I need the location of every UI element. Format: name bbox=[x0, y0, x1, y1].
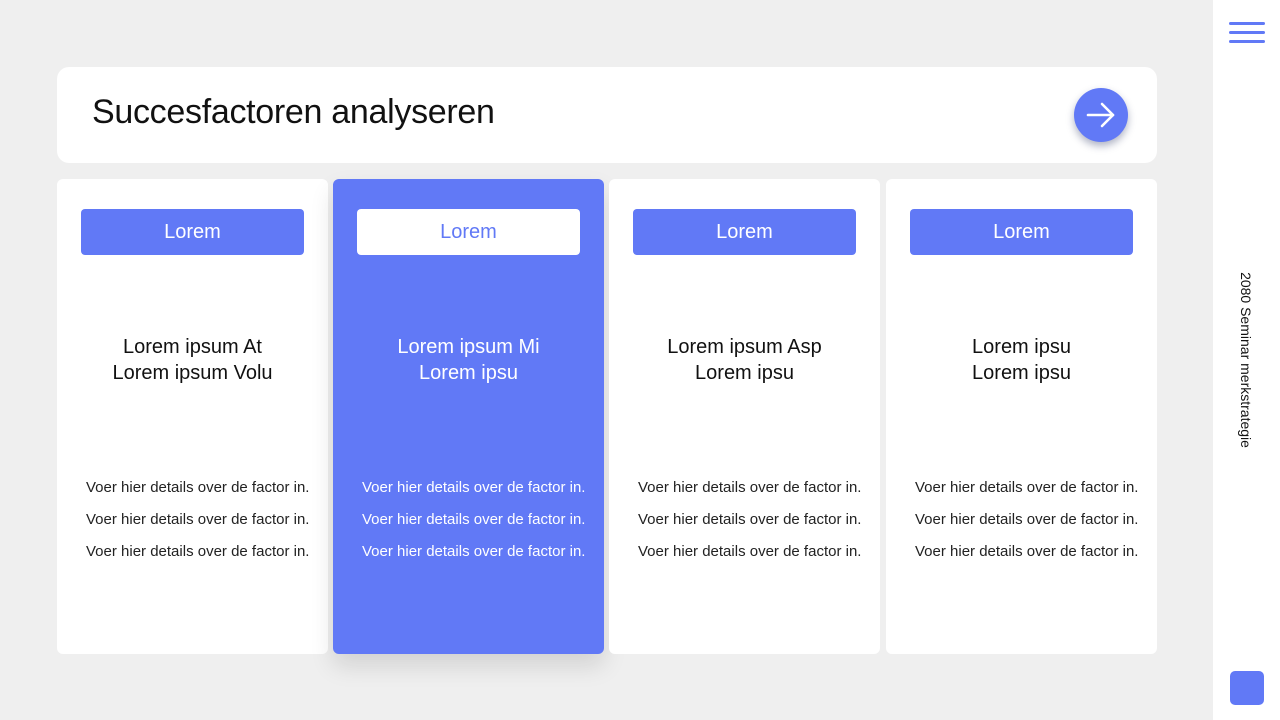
card-title-line: Lorem ipsu bbox=[419, 362, 518, 384]
factor-card-2[interactable]: Lorem Lorem ipsum Mi Lorem ipsu Voer hie… bbox=[333, 179, 604, 654]
card-details: Voer hier details over de factor in. Voe… bbox=[638, 478, 868, 574]
detail-text: Voer hier details over de factor in. bbox=[86, 543, 310, 560]
detail-text: Voer hier details over de factor in. bbox=[362, 543, 586, 560]
card-tag-button[interactable]: Lorem bbox=[357, 209, 580, 255]
card-title: Lorem ipsum Asp Lorem ipsu bbox=[609, 334, 880, 386]
card-tag-button[interactable]: Lorem bbox=[633, 209, 856, 255]
card-title-line: Lorem ipsum Volu bbox=[112, 362, 273, 384]
card-title-line: Lorem ipsu bbox=[972, 362, 1071, 384]
card-tag-button[interactable]: Lorem bbox=[81, 209, 304, 255]
card-details: Voer hier details over de factor in. Voe… bbox=[86, 478, 316, 574]
card-title: Lorem ipsum At Lorem ipsum Volu bbox=[57, 334, 328, 386]
card-title-line: Lorem ipsu bbox=[972, 336, 1071, 358]
factor-card-3[interactable]: Lorem Lorem ipsum Asp Lorem ipsu Voer hi… bbox=[609, 179, 880, 654]
detail-text: Voer hier details over de factor in. bbox=[638, 543, 862, 560]
slide-page: Succesfactoren analyseren Lorem Lorem ip… bbox=[0, 0, 1280, 720]
detail-text: Voer hier details over de factor in. bbox=[915, 479, 1139, 496]
factor-card-1[interactable]: Lorem Lorem ipsum At Lorem ipsum Volu Vo… bbox=[57, 179, 328, 654]
sidebar-square-button[interactable] bbox=[1230, 671, 1264, 705]
detail-text: Voer hier details over de factor in. bbox=[638, 479, 862, 496]
card-tag-button[interactable]: Lorem bbox=[910, 209, 1133, 255]
card-title: Lorem ipsu Lorem ipsu bbox=[886, 334, 1157, 386]
card-title-line: Lorem ipsum Mi bbox=[397, 336, 540, 358]
hamburger-menu-icon[interactable] bbox=[1229, 22, 1265, 44]
detail-text: Voer hier details over de factor in. bbox=[86, 511, 310, 528]
sidebar-label: 2080 Seminar merkstrategie bbox=[1238, 272, 1254, 448]
card-title: Lorem ipsum Mi Lorem ipsu bbox=[333, 334, 604, 386]
page-title: Succesfactoren analyseren bbox=[92, 93, 495, 131]
detail-text: Voer hier details over de factor in. bbox=[86, 479, 310, 496]
detail-text: Voer hier details over de factor in. bbox=[915, 543, 1139, 560]
card-title-line: Lorem ipsu bbox=[695, 362, 794, 384]
card-details: Voer hier details over de factor in. Voe… bbox=[362, 478, 592, 574]
detail-text: Voer hier details over de factor in. bbox=[638, 511, 862, 528]
sidebar: 2080 Seminar merkstrategie bbox=[1213, 0, 1280, 720]
next-button[interactable] bbox=[1074, 88, 1128, 142]
header-panel: Succesfactoren analyseren bbox=[57, 67, 1157, 163]
detail-text: Voer hier details over de factor in. bbox=[362, 479, 586, 496]
detail-text: Voer hier details over de factor in. bbox=[915, 511, 1139, 528]
arrow-right-icon bbox=[1086, 102, 1115, 128]
card-title-line: Lorem ipsum At bbox=[123, 336, 262, 358]
card-details: Voer hier details over de factor in. Voe… bbox=[915, 478, 1145, 574]
factor-card-4[interactable]: Lorem Lorem ipsu Lorem ipsu Voer hier de… bbox=[886, 179, 1157, 654]
detail-text: Voer hier details over de factor in. bbox=[362, 511, 586, 528]
card-title-line: Lorem ipsum Asp bbox=[667, 336, 822, 358]
